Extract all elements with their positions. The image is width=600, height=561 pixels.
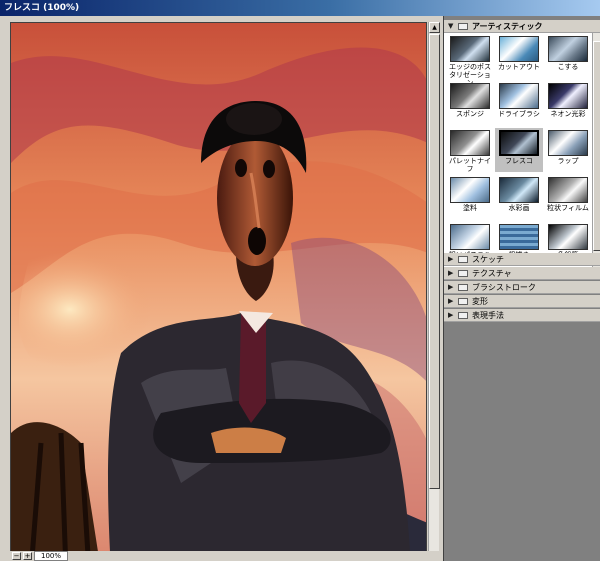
category-label: アーティスティック <box>472 21 543 31</box>
watercolor-thumb[interactable] <box>499 177 539 203</box>
triangle-right-icon: ▶ <box>448 282 454 291</box>
fresco-preview-image <box>11 23 426 561</box>
filter-label: ネオン光彩 <box>550 110 586 118</box>
preview-canvas[interactable] <box>10 22 427 561</box>
cutout-thumb[interactable] <box>499 36 539 62</box>
preview-frame: ▲ ▼ <box>0 16 441 561</box>
plastic-wrap-thumb[interactable] <box>548 130 588 156</box>
folder-icon <box>458 269 468 277</box>
filter-item[interactable]: パレットナイフ <box>446 128 494 173</box>
zoom-in-button[interactable]: + <box>23 552 32 560</box>
folder-icon <box>458 255 468 263</box>
category-label: スケッチ <box>472 254 504 264</box>
category-label: テクスチャ <box>472 268 512 278</box>
filter-label: 水彩画 <box>508 204 530 212</box>
dry-brush-thumb[interactable] <box>499 83 539 109</box>
filter-label: 塗料 <box>463 204 477 212</box>
filter-label: カットアウト <box>498 63 540 71</box>
filter-thumbnail-grid: エッジのポスタリゼーションカットアウト こするスポンジ ドライブラシ ネオン光彩パレッ… <box>444 33 600 269</box>
filter-item[interactable]: エッジのポスタリゼーション <box>446 34 494 87</box>
filter-item[interactable]: 塗料 <box>446 175 494 219</box>
paint-daubs-thumb[interactable] <box>450 177 490 203</box>
colored-pencil-thumb[interactable] <box>548 224 588 250</box>
filter-item[interactable]: スポンジ <box>446 81 494 125</box>
rough-pastels-thumb[interactable] <box>450 224 490 250</box>
filter-label: こする <box>557 63 579 71</box>
filter-item[interactable]: ネオン光彩 <box>544 81 592 125</box>
filter-label: フレスコ <box>505 157 533 165</box>
preview-vertical-scrollbar[interactable]: ▲ ▼ <box>428 22 440 561</box>
poster-edges-thumb[interactable] <box>450 36 490 62</box>
filter-item[interactable]: こする <box>544 34 592 78</box>
fresco-thumb[interactable] <box>499 130 539 156</box>
filter-grid-scrollbar[interactable] <box>592 33 600 269</box>
zoom-out-button[interactable]: − <box>12 552 21 560</box>
neon-glow-thumb[interactable] <box>548 83 588 109</box>
film-grain-thumb[interactable] <box>548 177 588 203</box>
category-sketch[interactable]: ▶ スケッチ <box>444 253 600 266</box>
underpainting-thumb[interactable] <box>499 224 539 250</box>
triangle-right-icon: ▶ <box>448 296 454 305</box>
filter-label: ドライブラシ <box>498 110 540 118</box>
category-distort[interactable]: ▶ 変形 <box>444 295 600 308</box>
zoom-level-field[interactable]: 100% <box>34 551 68 561</box>
triangle-right-icon: ▶ <box>448 254 454 263</box>
folder-icon <box>458 311 468 319</box>
category-stylize[interactable]: ▶ 表現手法 <box>444 309 600 322</box>
scroll-thumb[interactable] <box>593 41 600 251</box>
filter-label: ラップ <box>557 157 579 165</box>
category-label: 変形 <box>472 296 488 306</box>
triangle-down-icon: ▼ <box>448 21 454 30</box>
window-title: フレスコ (100%) <box>0 0 600 16</box>
filter-item[interactable]: 水彩画 <box>495 175 543 219</box>
scroll-thumb[interactable] <box>429 34 440 489</box>
triangle-right-icon: ▶ <box>448 268 454 277</box>
folder-icon <box>458 283 468 291</box>
filter-item[interactable]: 粒状フィルム <box>544 175 592 219</box>
filter-label: スポンジ <box>456 110 484 118</box>
smudge-stick-thumb[interactable] <box>548 36 588 62</box>
filter-item[interactable]: ラップ <box>544 128 592 172</box>
filter-label: パレットナイフ <box>449 157 491 173</box>
category-artistic[interactable]: ▼ アーティスティック <box>444 20 600 33</box>
sponge-thumb[interactable] <box>450 83 490 109</box>
status-bar: − + 100% <box>0 551 441 561</box>
folder-icon <box>458 297 468 305</box>
category-label: 表現手法 <box>472 310 504 320</box>
palette-knife-thumb[interactable] <box>450 130 490 156</box>
filter-item[interactable]: フレスコ <box>495 128 543 172</box>
category-label: ブラシストローク <box>472 282 536 292</box>
filter-item[interactable]: カットアウト <box>495 34 543 78</box>
folder-icon <box>458 22 468 30</box>
filter-gallery-panel: ▼ アーティスティック エッジのポスタリゼーションカットアウト こするスポンジ ドラ… <box>443 16 600 561</box>
filter-label: 粒状フィルム <box>547 204 589 212</box>
triangle-right-icon: ▶ <box>448 310 454 319</box>
scroll-up-icon[interactable]: ▲ <box>429 22 440 33</box>
category-brush-strokes[interactable]: ▶ ブラシストローク <box>444 281 600 294</box>
category-texture[interactable]: ▶ テクスチャ <box>444 267 600 280</box>
filter-item[interactable]: ドライブラシ <box>495 81 543 125</box>
